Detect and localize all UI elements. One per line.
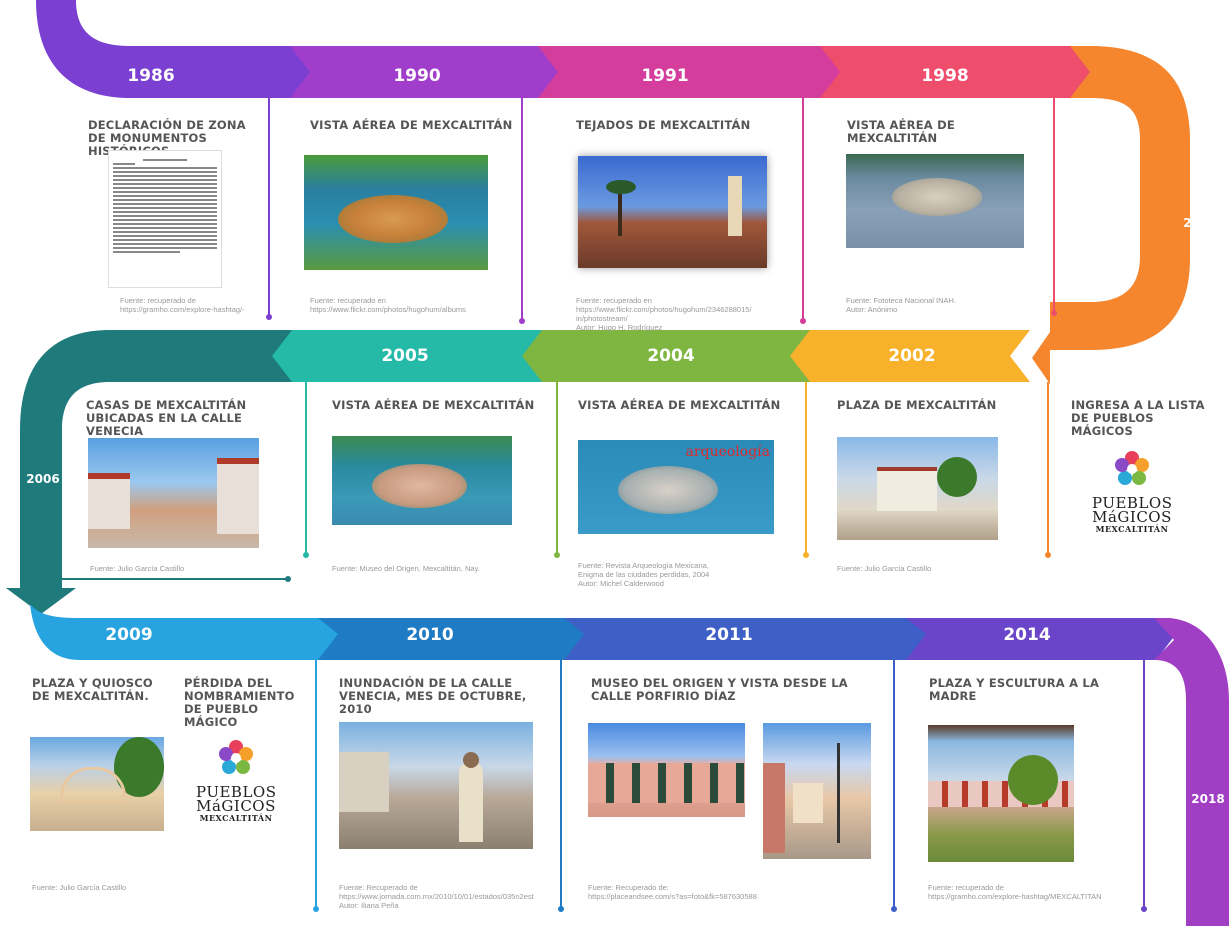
connector-2010 <box>560 660 562 908</box>
event-source-2005: Fuente: Museo del Origen, Mexcaltitán, N… <box>332 564 480 573</box>
street-photo-2011 <box>763 723 871 859</box>
event-source-2004: Fuente: Revista Arqueología Mexicana, En… <box>578 561 710 588</box>
event-source-2010: Fuente: Recuperado de https://www.jornad… <box>339 883 534 910</box>
connector-1991 <box>802 98 804 320</box>
rooftops-photo-1991 <box>578 156 767 268</box>
connector-2004 <box>556 382 558 554</box>
event-source-2002: Fuente: Julio García Castillo <box>837 564 932 573</box>
year-label-2001: 2001 <box>1183 216 1217 230</box>
year-label-2002: 2002 <box>888 346 936 366</box>
houses-photo-2006 <box>88 438 259 548</box>
event-title-2011: MUSEO DEL ORIGEN Y VISTA DESDE LA CALLE … <box>591 676 848 703</box>
year-label-1986: 1986 <box>127 66 175 86</box>
aerial-photo-1998 <box>846 154 1024 248</box>
connector-1986 <box>268 98 270 316</box>
event-source-1986: Fuente: recuperado de https://gramho.com… <box>120 296 245 314</box>
year-label-2006: 2006 <box>26 472 60 486</box>
connector-2002 <box>805 382 807 554</box>
connector-dot-1991 <box>800 318 806 324</box>
document-image-1986 <box>108 150 222 288</box>
connector-2005 <box>305 382 307 554</box>
event-title-2006: CASAS DE MEXCALTITÁN UBICADAS EN LA CALL… <box>86 398 247 438</box>
connector-2009 <box>315 660 317 908</box>
year-label-1990: 1990 <box>393 66 441 86</box>
aerial-photo-2004: arqueología <box>578 440 774 534</box>
event-title-1990: VISTA AÉREA DE MEXCALTITÁN <box>310 118 513 132</box>
connector-2006 <box>62 578 288 580</box>
connector-dot-2009 <box>313 906 319 912</box>
year-label-2018: 2018 <box>1191 792 1225 806</box>
flood-photo-2010 <box>339 722 533 849</box>
sculpture-photo-2014 <box>928 725 1074 862</box>
connector-dot-2001 <box>1045 552 1051 558</box>
kiosk-photo-2009 <box>30 737 164 831</box>
connector-dot-2006 <box>285 576 291 582</box>
event-title-1998: VISTA AÉREA DE MEXCALTITÁN <box>847 118 955 145</box>
event-source-2014: Fuente: recuperado de https://gramho.com… <box>928 883 1102 901</box>
event-title-1991: TEJADOS DE MEXCALTITÁN <box>576 118 751 132</box>
connector-2011 <box>893 660 895 908</box>
event-title-2005: VISTA AÉREA DE MEXCALTITÁN <box>332 398 535 412</box>
year-label-2004: 2004 <box>647 346 695 366</box>
pueblos-magicos-logo-2009: PUEBLOS MáGICOS MEXCALTITÁN <box>196 738 276 823</box>
event-source-1990: Fuente: recuperado en https://www.flickr… <box>310 296 466 314</box>
event-source-2006: Fuente: Julio García Castillo <box>90 564 185 573</box>
event-title-2004: VISTA AÉREA DE MEXCALTITÁN <box>578 398 781 412</box>
connector-dot-2011 <box>891 906 897 912</box>
pueblos-magicos-logo-2001: PUEBLOS MáGICOS MEXCALTITÁN <box>1092 449 1172 534</box>
event-source-1991: Fuente: recuperado en https://www.flickr… <box>576 296 752 332</box>
aerial-photo-1990 <box>304 155 488 270</box>
event-title-2009-b: PÉRDIDA DEL NOMBRAMIENTO DE PUEBLO MÁGIC… <box>184 676 295 729</box>
year-label-2005: 2005 <box>381 346 429 366</box>
year-label-2009: 2009 <box>105 625 153 645</box>
logo-line-3: MEXCALTITÁN <box>199 813 273 823</box>
event-source-1998: Fuente: Fototeca Nacional INAH. Autor: A… <box>846 296 957 314</box>
event-source-2011: Fuente: Recuperado de: https://placeands… <box>588 883 757 901</box>
plaza-photo-2002 <box>837 437 998 540</box>
event-title-2009: PLAZA Y QUIOSCO DE MEXCALTITÁN. <box>32 676 153 703</box>
museum-photo-2011 <box>588 723 745 817</box>
connector-1990 <box>521 98 523 320</box>
event-source-2009: Fuente: Julio García Castillo <box>32 883 127 892</box>
flower-icon <box>219 740 253 774</box>
year-label-1998: 1998 <box>921 66 969 86</box>
flower-icon <box>1115 451 1149 485</box>
year-label-2011: 2011 <box>705 625 753 645</box>
aerial-photo-2005 <box>332 436 512 525</box>
connector-dot-1990 <box>519 318 525 324</box>
connector-1998 <box>1053 98 1055 312</box>
event-title-2014: PLAZA Y ESCULTURA A LA MADRE <box>929 676 1100 703</box>
event-title-2001: INGRESA A LA LISTA DE PUEBLOS MÁGICOS <box>1071 398 1205 438</box>
year-label-2010: 2010 <box>406 625 454 645</box>
connector-dot-1998 <box>1051 310 1057 316</box>
connector-2001 <box>1047 382 1049 554</box>
logo-line-2: MáGICOS <box>1092 508 1172 526</box>
logo-line-2: MáGICOS <box>196 797 276 815</box>
connector-dot-2004 <box>554 552 560 558</box>
year-label-1991: 1991 <box>641 66 689 86</box>
connector-dot-2005 <box>303 552 309 558</box>
connector-dot-2002 <box>803 552 809 558</box>
event-title-2002: PLAZA DE MEXCALTITÁN <box>837 398 997 412</box>
logo-line-3: MEXCALTITÁN <box>1095 524 1169 534</box>
year-label-2014: 2014 <box>1003 625 1051 645</box>
connector-dot-2014 <box>1141 906 1147 912</box>
connector-dot-1986 <box>266 314 272 320</box>
connector-2014 <box>1143 660 1145 908</box>
watermark-text: arqueología <box>685 444 770 460</box>
event-title-2010: INUNDACIÓN DE LA CALLE VENECIA, MES DE O… <box>339 676 527 716</box>
